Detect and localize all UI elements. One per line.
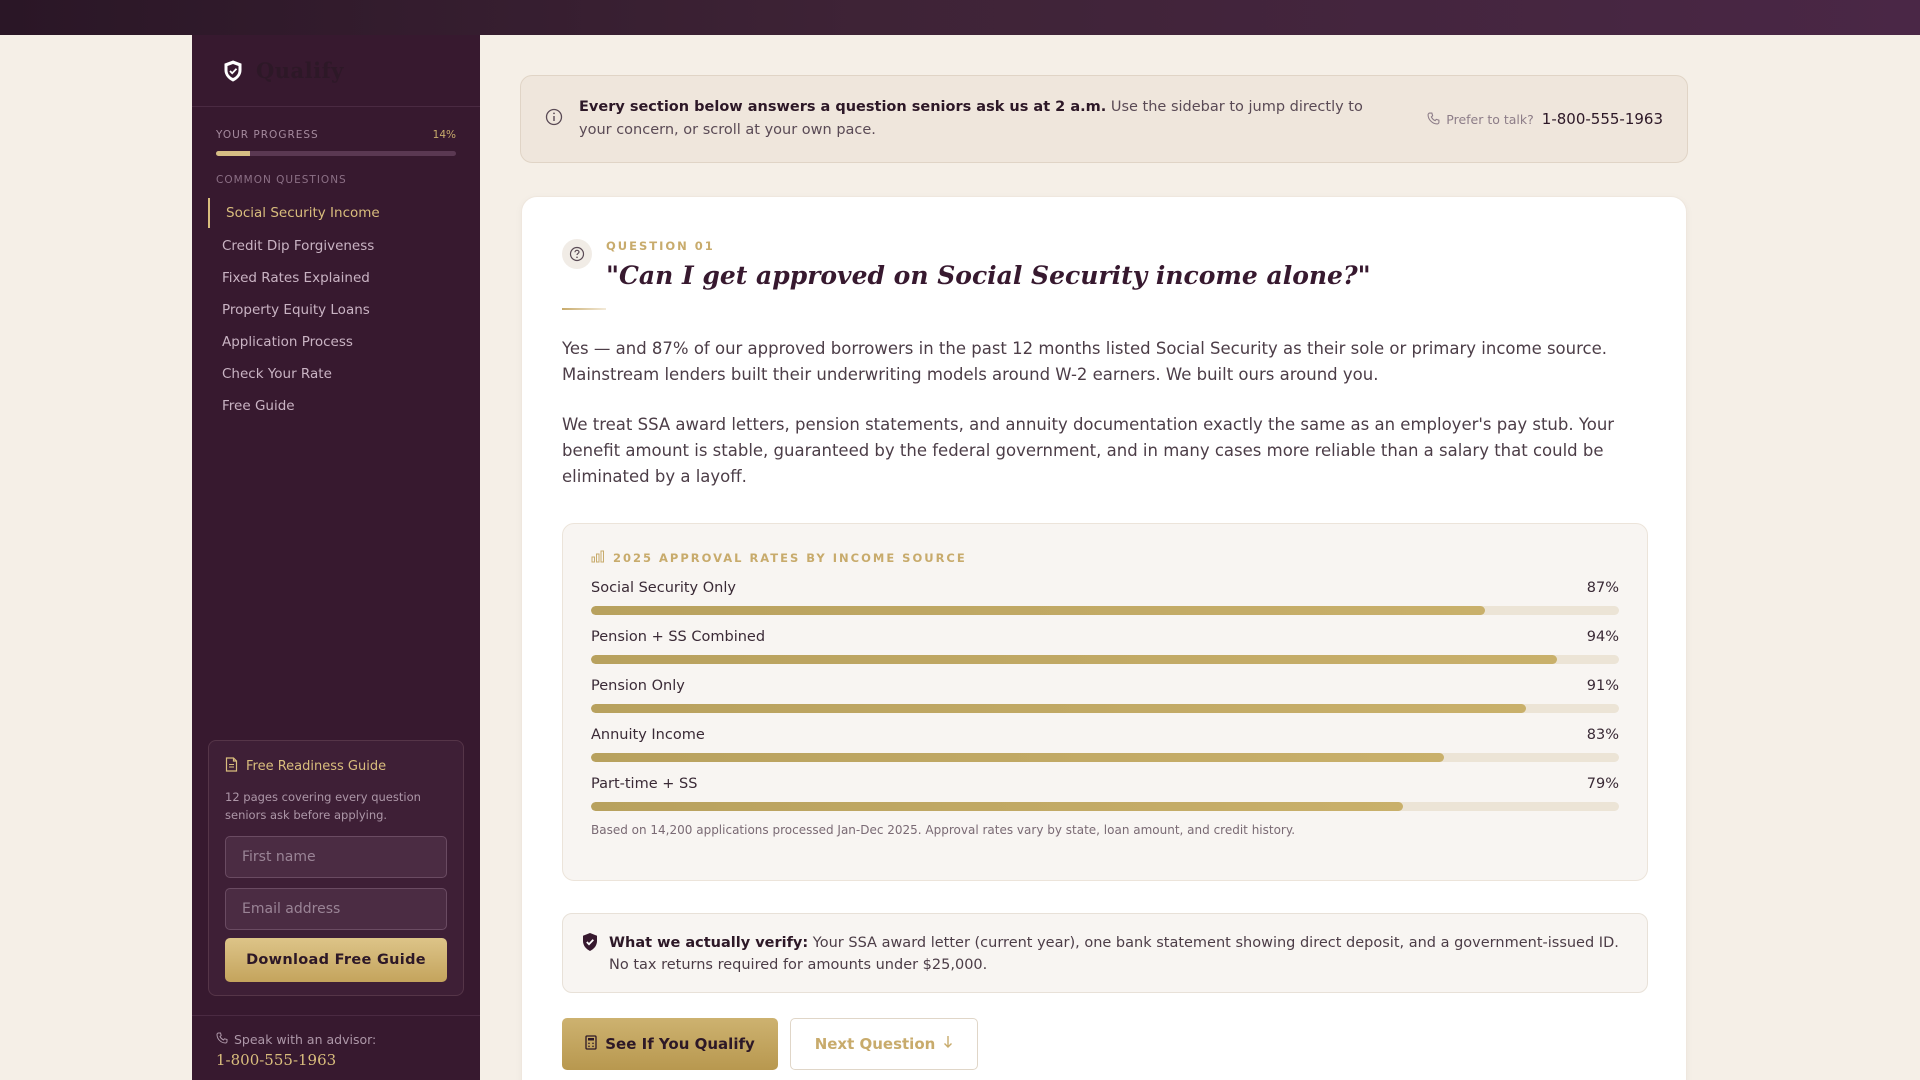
banner-phone-link[interactable]: 1-800-555-1963 <box>1542 110 1663 128</box>
action-buttons: See If You Qualify Next Question <box>562 1018 1646 1070</box>
answer-paragraph-2: We treat SSA award letters, pension stat… <box>562 415 1615 486</box>
rate-row: Annuity Income 83% <box>591 727 1619 762</box>
guide-description: 12 pages covering every question seniors… <box>225 790 421 822</box>
rate-percent: 87% <box>1586 580 1619 596</box>
info-icon <box>545 108 565 130</box>
approval-rates-panel: 2025 APPROVAL RATES BY INCOME SOURCE Soc… <box>562 523 1648 881</box>
nav-item-social-security-income[interactable]: Social Security Income <box>208 198 480 228</box>
next-question-button[interactable]: Next Question <box>790 1018 978 1070</box>
rate-bar-fill <box>591 802 1404 811</box>
shield-icon <box>222 59 244 82</box>
rate-row: Part-time + SS 79% <box>591 776 1619 811</box>
phone-icon <box>1427 110 1440 129</box>
rate-bar-track <box>591 655 1619 664</box>
advisor-phone-link[interactable]: 1-800-555-1963 <box>216 1051 456 1069</box>
question-number: QUESTION 01 <box>606 239 715 253</box>
question-circle-icon <box>562 239 592 269</box>
title-divider <box>562 308 606 310</box>
brand[interactable]: Qualify <box>192 35 480 107</box>
email-input[interactable] <box>225 888 447 930</box>
verify-callout: What we actually verify: Your SSA award … <box>562 913 1648 993</box>
progress-label: YOUR PROGRESS <box>216 129 319 141</box>
advisor-label: Speak with an advisor: <box>234 1032 377 1047</box>
rate-label: Annuity Income <box>591 727 705 743</box>
rate-percent: 94% <box>1586 629 1619 645</box>
answer-paragraph-1: Yes — and 87% of our approved borrowers … <box>562 339 1608 384</box>
banner-bold: Every section below answers a question s… <box>579 99 1107 115</box>
question-card: QUESTION 01 "Can I get approved on Socia… <box>521 196 1687 1080</box>
rate-bar-fill <box>591 704 1527 713</box>
guide-title: Free Readiness Guide <box>246 759 387 774</box>
nav-section-label: COMMON QUESTIONS <box>216 174 347 186</box>
phone-icon <box>216 1032 234 1047</box>
nav-item-free-guide[interactable]: Free Guide <box>192 390 480 422</box>
rate-bar-fill <box>591 606 1486 615</box>
rate-bar-fill <box>591 753 1445 762</box>
shield-check-icon <box>581 932 599 992</box>
top-bar <box>0 0 1920 35</box>
rates-footnote: Based on 14,200 applications processed J… <box>591 823 1296 837</box>
brand-name: Qualify <box>256 58 344 83</box>
rate-bar-track <box>591 704 1619 713</box>
sidebar: Qualify YOUR PROGRESS 14% COMMON QUESTIO… <box>192 35 480 1080</box>
verify-heading: What we actually verify: <box>609 935 809 951</box>
question-title: "Can I get approved on Social Security i… <box>606 261 1371 290</box>
nav-list: Social Security Income Credit Dip Forgiv… <box>192 198 480 422</box>
nav-item-check-your-rate[interactable]: Check Your Rate <box>192 358 480 390</box>
secondary-button-label: Next Question <box>814 1035 936 1053</box>
nav-item-credit-dip-forgiveness[interactable]: Credit Dip Forgiveness <box>192 230 480 262</box>
document-icon <box>225 757 246 776</box>
rate-percent: 83% <box>1586 727 1619 743</box>
banner-contact: Prefer to talk? 1-800-555-1963 <box>1427 110 1663 129</box>
progress-percent: 14% <box>432 129 456 141</box>
rate-label: Part-time + SS <box>591 776 698 792</box>
rate-label: Pension Only <box>591 678 685 694</box>
rate-bar-track <box>591 753 1619 762</box>
nav-item-application-process[interactable]: Application Process <box>192 326 480 358</box>
calculator-icon <box>585 1034 605 1054</box>
advisor-section: Speak with an advisor: 1-800-555-1963 <box>192 1015 480 1069</box>
rate-label: Social Security Only <box>591 580 736 596</box>
prefer-to-talk-label: Prefer to talk? <box>1446 111 1534 127</box>
nav-item-property-equity-loans[interactable]: Property Equity Loans <box>192 294 480 326</box>
nav-item-fixed-rates-explained[interactable]: Fixed Rates Explained <box>192 262 480 294</box>
rate-percent: 79% <box>1586 776 1619 792</box>
rate-row: Social Security Only 87% <box>591 580 1619 615</box>
guide-card: Free Readiness Guide 12 pages covering e… <box>208 740 464 996</box>
download-guide-button[interactable]: Download Free Guide <box>225 938 447 982</box>
rate-row: Pension + SS Combined 94% <box>591 629 1619 664</box>
rate-bar-track <box>591 606 1619 615</box>
progress-section: YOUR PROGRESS 14% <box>192 107 480 156</box>
rate-row: Pension Only 91% <box>591 678 1619 713</box>
see-if-you-qualify-button[interactable]: See If You Qualify <box>562 1018 778 1070</box>
first-name-input[interactable] <box>225 836 447 878</box>
info-banner: Every section below answers a question s… <box>520 75 1688 163</box>
banner-text: Every section below answers a question s… <box>579 96 1399 142</box>
arrow-down-icon <box>935 1035 953 1053</box>
bar-chart-icon <box>591 550 613 566</box>
rate-label: Pension + SS Combined <box>591 629 766 645</box>
rate-bar-fill <box>591 655 1558 664</box>
rates-title: 2025 APPROVAL RATES BY INCOME SOURCE <box>613 551 967 565</box>
rate-bar-track <box>591 802 1619 811</box>
primary-button-label: See If You Qualify <box>605 1035 755 1053</box>
rate-percent: 91% <box>1586 678 1619 694</box>
